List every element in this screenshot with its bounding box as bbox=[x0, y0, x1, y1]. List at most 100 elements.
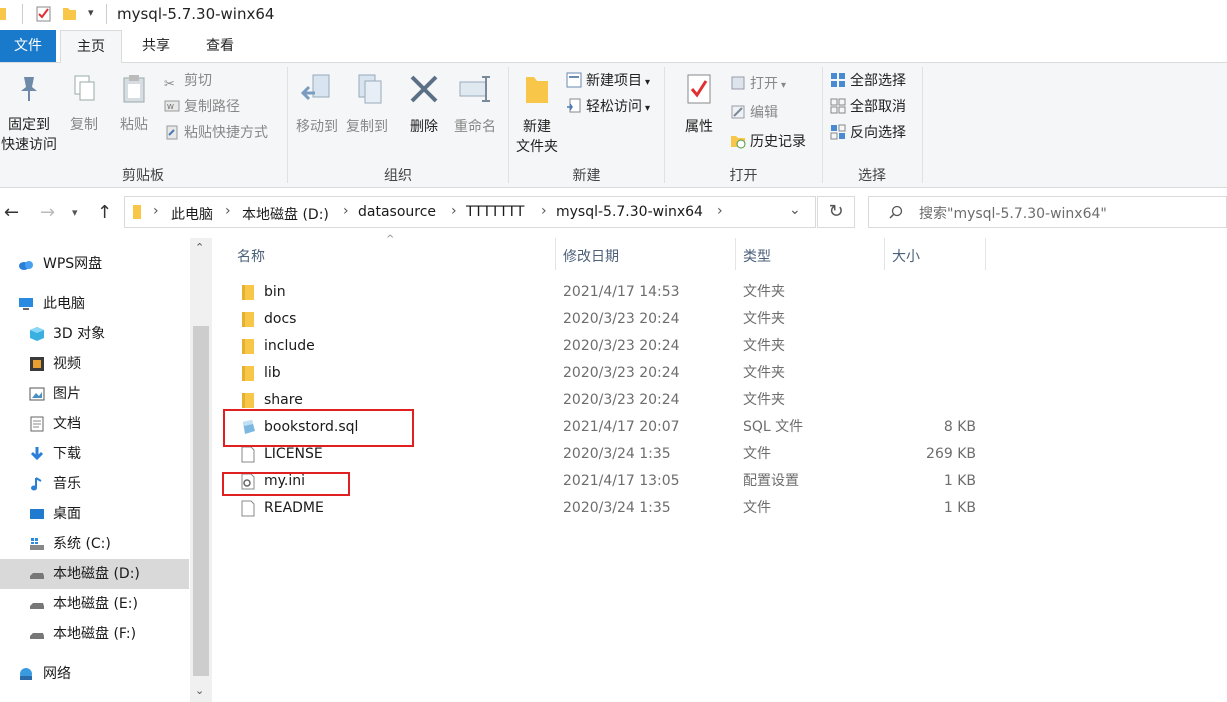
easy-access-button[interactable]: 轻松访问 ▾ bbox=[566, 96, 650, 118]
edit-button[interactable]: 编辑 bbox=[730, 102, 778, 124]
column-header-type[interactable]: 类型 bbox=[743, 246, 771, 266]
scroll-down-icon[interactable]: ⌄ bbox=[195, 684, 204, 697]
invert-selection-label: 反向选择 bbox=[850, 125, 906, 141]
table-row[interactable]: bin 2021/4/17 14:53 文件夹 bbox=[214, 279, 1227, 306]
nav-item-drive-e[interactable]: 本地磁盘 (E:) bbox=[0, 589, 189, 619]
properties-label: 属性 bbox=[685, 119, 713, 135]
nav-item-this-pc[interactable]: 此电脑 bbox=[0, 289, 189, 319]
new-item-icon bbox=[566, 72, 582, 88]
search-icon bbox=[889, 205, 903, 219]
copy-button[interactable]: 复制 bbox=[60, 73, 108, 135]
nav-item-drive-c[interactable]: 系统 (C:) bbox=[0, 529, 189, 559]
column-divider[interactable] bbox=[555, 238, 556, 270]
history-button[interactable]: 历史记录 bbox=[730, 131, 806, 153]
properties-button[interactable]: 属性 bbox=[676, 73, 722, 137]
column-divider[interactable] bbox=[884, 238, 885, 270]
folder-icon bbox=[242, 393, 254, 408]
new-group-label: 新建 bbox=[572, 168, 601, 184]
open-button[interactable]: 打开 ▾ bbox=[730, 73, 786, 95]
tab-share[interactable]: 共享 bbox=[128, 30, 184, 62]
delete-x-icon bbox=[410, 75, 438, 103]
breadcrumb-ttttttt[interactable]: TTTTTTT bbox=[466, 204, 524, 220]
column-divider[interactable] bbox=[985, 238, 986, 270]
column-header-name[interactable]: 名称 bbox=[237, 246, 265, 266]
back-arrow-icon[interactable]: ← bbox=[4, 202, 19, 223]
tab-home[interactable]: 主页 bbox=[60, 30, 122, 63]
tab-file[interactable]: 文件 bbox=[0, 30, 56, 62]
column-divider[interactable] bbox=[735, 238, 736, 270]
delete-button[interactable]: 删除 bbox=[402, 73, 446, 137]
open-icon bbox=[731, 76, 745, 90]
nav-item-label: 本地磁盘 (E:) bbox=[53, 596, 138, 612]
cut-button[interactable]: ✂ 剪切 bbox=[164, 70, 212, 92]
network-icon bbox=[20, 668, 32, 680]
nav-item-documents[interactable]: 文档 bbox=[0, 409, 189, 439]
copy-to-button[interactable]: 复制到 bbox=[342, 73, 392, 137]
breadcrumb-separator-icon: › bbox=[343, 203, 349, 219]
invert-selection-icon bbox=[830, 124, 846, 140]
file-date: 2020/3/23 20:24 bbox=[563, 311, 680, 327]
breadcrumb-separator-icon: › bbox=[541, 203, 547, 219]
nav-item-label: 此电脑 bbox=[43, 296, 85, 312]
table-row[interactable]: my.ini 2021/4/17 13:05 配置设置 1 KB bbox=[214, 468, 1227, 495]
file-date: 2020/3/23 20:24 bbox=[563, 392, 680, 408]
pin-quick-access-button[interactable]: 固定到 快速访问 bbox=[0, 73, 58, 155]
nav-item-drive-d[interactable]: 本地磁盘 (D:) bbox=[0, 559, 189, 589]
address-bar[interactable]: › 此电脑 › 本地磁盘 (D:) › datasource › TTTTTTT… bbox=[124, 196, 816, 228]
breadcrumb-drive-d[interactable]: 本地磁盘 (D:) bbox=[242, 204, 329, 224]
scroll-up-icon[interactable]: ⌃ bbox=[195, 241, 204, 254]
breadcrumb-datasource[interactable]: datasource bbox=[358, 204, 436, 220]
move-to-button[interactable]: 移动到 bbox=[292, 73, 342, 137]
nav-item-desktop[interactable]: 桌面 bbox=[0, 499, 189, 529]
new-item-button[interactable]: 新建项目 ▾ bbox=[566, 70, 650, 92]
nav-item-wps-drive[interactable]: WPS网盘 bbox=[0, 249, 189, 279]
breadcrumb-separator-icon: › bbox=[153, 203, 159, 219]
forward-arrow-icon[interactable]: → bbox=[40, 202, 55, 223]
new-folder-quick-icon[interactable] bbox=[62, 6, 78, 22]
nav-item-label: 图片 bbox=[53, 386, 81, 402]
title-bar: ▾ mysql-5.7.30-winx64 bbox=[0, 0, 1227, 30]
nav-item-pictures[interactable]: 图片 bbox=[0, 379, 189, 409]
invert-selection-button[interactable]: 反向选择 bbox=[830, 122, 906, 144]
new-folder-label: 新建 bbox=[523, 119, 551, 135]
customize-quick-access-icon[interactable]: ▾ bbox=[88, 6, 94, 19]
nav-item-downloads[interactable]: 下载 bbox=[0, 439, 189, 469]
properties-quick-icon[interactable] bbox=[36, 6, 52, 22]
breadcrumb-this-pc[interactable]: 此电脑 bbox=[171, 204, 213, 224]
breadcrumb-mysql[interactable]: mysql-5.7.30-winx64 bbox=[556, 204, 703, 220]
tab-view[interactable]: 查看 bbox=[192, 30, 248, 62]
recent-locations-chevron-icon[interactable]: ▾ bbox=[72, 206, 78, 219]
nav-pane-scrollbar[interactable]: ⌃ ⌄ bbox=[190, 238, 212, 702]
table-row[interactable]: README 2020/3/24 1:35 文件 1 KB bbox=[214, 495, 1227, 522]
column-header-size[interactable]: 大小 bbox=[892, 246, 920, 266]
search-box[interactable]: 搜索"mysql-5.7.30-winx64" bbox=[868, 196, 1227, 228]
nav-item-3d-objects[interactable]: 3D 对象 bbox=[0, 319, 189, 349]
table-row[interactable]: include 2020/3/23 20:24 文件夹 bbox=[214, 333, 1227, 360]
nav-item-drive-f[interactable]: 本地磁盘 (F:) bbox=[0, 619, 189, 649]
refresh-button[interactable]: ↻ bbox=[817, 196, 855, 228]
paste-shortcut-button[interactable]: 粘贴快捷方式 bbox=[164, 122, 268, 144]
nav-item-network[interactable]: 网络 bbox=[0, 659, 189, 689]
nav-item-videos[interactable]: 视频 bbox=[0, 349, 189, 379]
paste-button[interactable]: 粘贴 bbox=[110, 73, 158, 135]
table-row[interactable]: docs 2020/3/23 20:24 文件夹 bbox=[214, 306, 1227, 333]
address-history-chevron-icon[interactable]: ⌄ bbox=[789, 202, 801, 218]
up-arrow-icon[interactable]: ↑ bbox=[97, 202, 112, 223]
select-all-button[interactable]: 全部选择 bbox=[830, 70, 906, 92]
new-folder-button[interactable]: 新建 文件夹 bbox=[512, 73, 562, 157]
rename-button[interactable]: 重命名 bbox=[448, 73, 502, 137]
column-header-date[interactable]: 修改日期 bbox=[563, 246, 619, 266]
nav-item-label: 网络 bbox=[43, 666, 71, 682]
copy-path-button[interactable]: W 复制路径 bbox=[164, 96, 240, 118]
table-row[interactable]: lib 2020/3/23 20:24 文件夹 bbox=[214, 360, 1227, 387]
nav-item-music[interactable]: 音乐 bbox=[0, 469, 189, 499]
sort-ascending-icon: ^ bbox=[386, 234, 395, 245]
file-date: 2020/3/24 1:35 bbox=[563, 446, 671, 462]
file-icon bbox=[241, 500, 255, 517]
select-none-button[interactable]: 全部取消 bbox=[830, 96, 906, 118]
select-none-label: 全部取消 bbox=[850, 99, 906, 115]
scrollbar-thumb[interactable] bbox=[193, 326, 209, 676]
select-all-label: 全部选择 bbox=[850, 73, 906, 89]
dropdown-arrow-icon: ▾ bbox=[645, 103, 651, 114]
breadcrumb-separator-icon: › bbox=[451, 203, 457, 219]
